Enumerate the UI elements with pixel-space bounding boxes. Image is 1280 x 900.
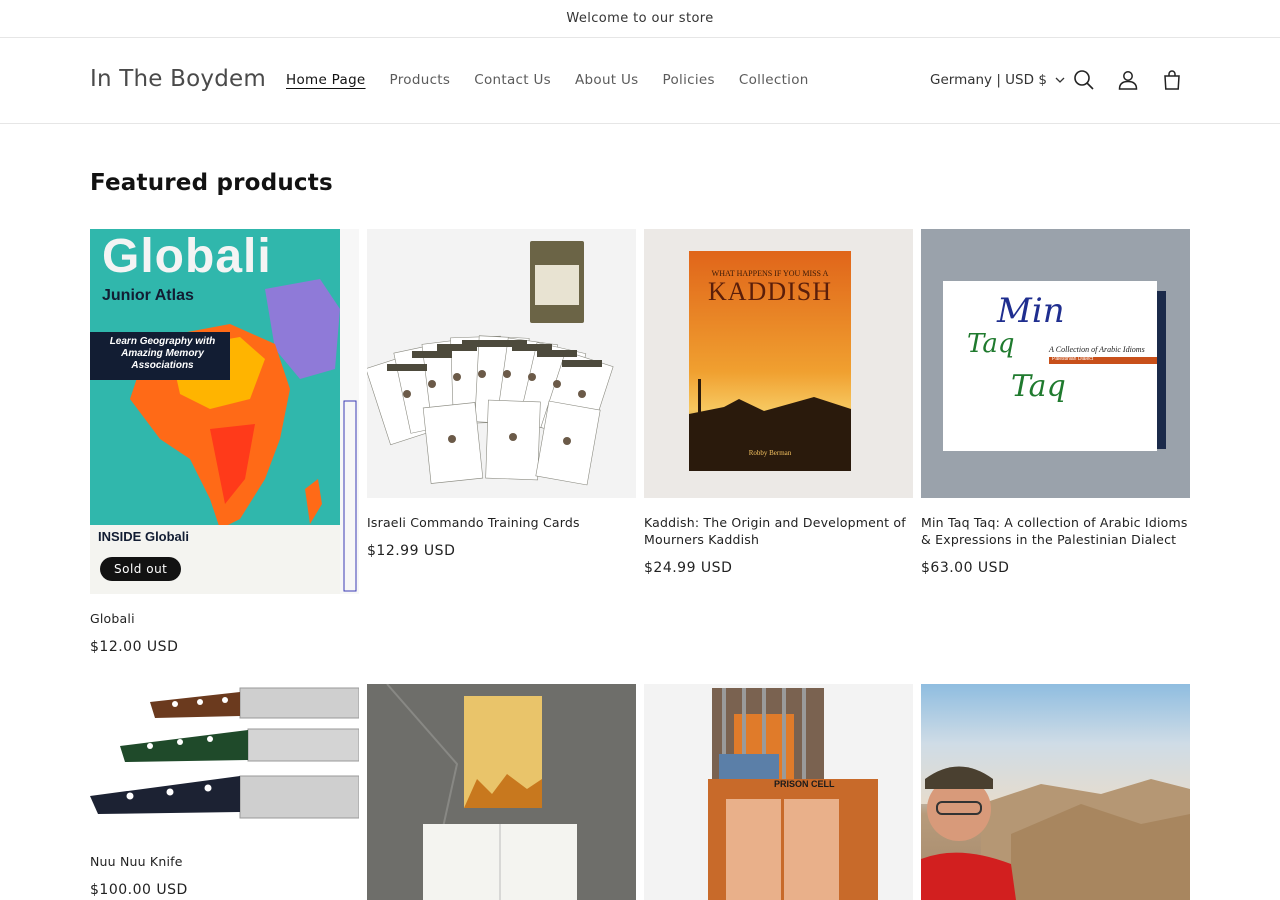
- product-card-nuu-nuu-knife[interactable]: Nuu Nuu Knife $100.00 USD: [90, 684, 359, 898]
- min-taq-title-2: Taq: [967, 329, 1015, 359]
- product-image[interactable]: [367, 684, 636, 900]
- product-image[interactable]: Globali Junior Atlas Learn Geography wit…: [90, 229, 359, 594]
- product-title[interactable]: Globali: [90, 610, 359, 627]
- haggadah-art: [367, 684, 636, 900]
- product-price: $63.00 USD: [921, 560, 1010, 576]
- knife-art: [90, 687, 359, 819]
- cart-icon[interactable]: [1160, 68, 1184, 92]
- min-taq-band: Palestinian Dialect: [1052, 356, 1094, 362]
- product-title[interactable]: Min Taq Taq: A collection of Arabic Idio…: [921, 514, 1190, 548]
- commando-cards-art: [367, 241, 614, 486]
- sold-out-badge: Sold out: [100, 557, 182, 581]
- product-image[interactable]: [367, 229, 636, 498]
- country-currency-selector[interactable]: Germany | USD $: [930, 72, 1065, 88]
- nav-policies[interactable]: Policies: [663, 72, 715, 88]
- globali-cover-tagline: Learn Geography with Amazing Memory Asso…: [109, 336, 216, 371]
- chevron-down-icon: [1055, 77, 1065, 83]
- product-image[interactable]: Min Taq Taq A Collection of Arabic Idiom…: [921, 229, 1190, 498]
- product-image[interactable]: [90, 684, 359, 839]
- nav-collection[interactable]: Collection: [739, 72, 809, 88]
- product-price: $24.99 USD: [644, 560, 733, 576]
- product-image[interactable]: PRISON CELL: [644, 684, 913, 900]
- product-image[interactable]: [921, 684, 1190, 900]
- product-price: $12.99 USD: [367, 543, 456, 559]
- product-title[interactable]: Kaddish: The Origin and Development of M…: [644, 514, 913, 548]
- announcement-text: Welcome to our store: [566, 11, 714, 26]
- main-nav: Home Page Products Contact Us About Us P…: [286, 72, 809, 88]
- product-card-kaddish[interactable]: WHAT HAPPENS IF YOU MISS A KADDISH Robby…: [644, 229, 913, 576]
- nav-about-us[interactable]: About Us: [575, 72, 639, 88]
- globali-cover-subtitle: Junior Atlas: [102, 287, 194, 304]
- min-taq-taq-cover-art: [943, 281, 1166, 451]
- product-title[interactable]: Nuu Nuu Knife: [90, 853, 359, 870]
- product-image[interactable]: WHAT HAPPENS IF YOU MISS A KADDISH Robby…: [644, 229, 913, 498]
- kaddish-cover-title: KADDISH: [708, 277, 832, 306]
- product-title[interactable]: Israeli Commando Training Cards: [367, 514, 636, 531]
- product-price: $12.00 USD: [90, 639, 179, 655]
- locale-label: Germany | USD $: [930, 72, 1047, 88]
- store-logo[interactable]: In The Boydem: [90, 66, 266, 92]
- product-card-prison-cell[interactable]: PRISON CELL: [644, 684, 913, 900]
- prison-cell-art: [644, 684, 913, 900]
- featured-products-heading: Featured products: [90, 170, 333, 196]
- product-card-globali[interactable]: Globali Junior Atlas Learn Geography wit…: [90, 229, 359, 655]
- min-taq-subtitle: A Collection of Arabic Idioms: [1049, 345, 1145, 354]
- prison-cell-label: PRISON CELL: [774, 779, 835, 789]
- globali-cover-title: Globali: [102, 230, 272, 283]
- product-price: $100.00 USD: [90, 882, 188, 898]
- globali-cover-bottom: INSIDE Globali: [98, 529, 190, 544]
- min-taq-title-3: Taq: [1011, 369, 1066, 404]
- product-card-commando-cards[interactable]: Israeli Commando Training Cards $12.99 U…: [367, 229, 636, 559]
- nav-contact-us[interactable]: Contact Us: [474, 72, 551, 88]
- product-card-min-taq-taq[interactable]: Min Taq Taq A Collection of Arabic Idiom…: [921, 229, 1190, 576]
- search-icon[interactable]: [1072, 68, 1096, 92]
- nav-products[interactable]: Products: [390, 72, 451, 88]
- nav-home-page[interactable]: Home Page: [286, 72, 366, 88]
- announcement-bar: Welcome to our store: [0, 0, 1280, 38]
- account-icon[interactable]: [1116, 68, 1140, 92]
- site-header: In The Boydem Home Page Products Contact…: [0, 38, 1280, 124]
- mountain-photo-art: [921, 684, 1190, 900]
- product-card-haggadah[interactable]: [367, 684, 636, 900]
- kaddish-cover-author: Robby Berman: [748, 449, 792, 457]
- product-card-mountain[interactable]: [921, 684, 1190, 900]
- min-taq-title-1: Min: [997, 291, 1065, 331]
